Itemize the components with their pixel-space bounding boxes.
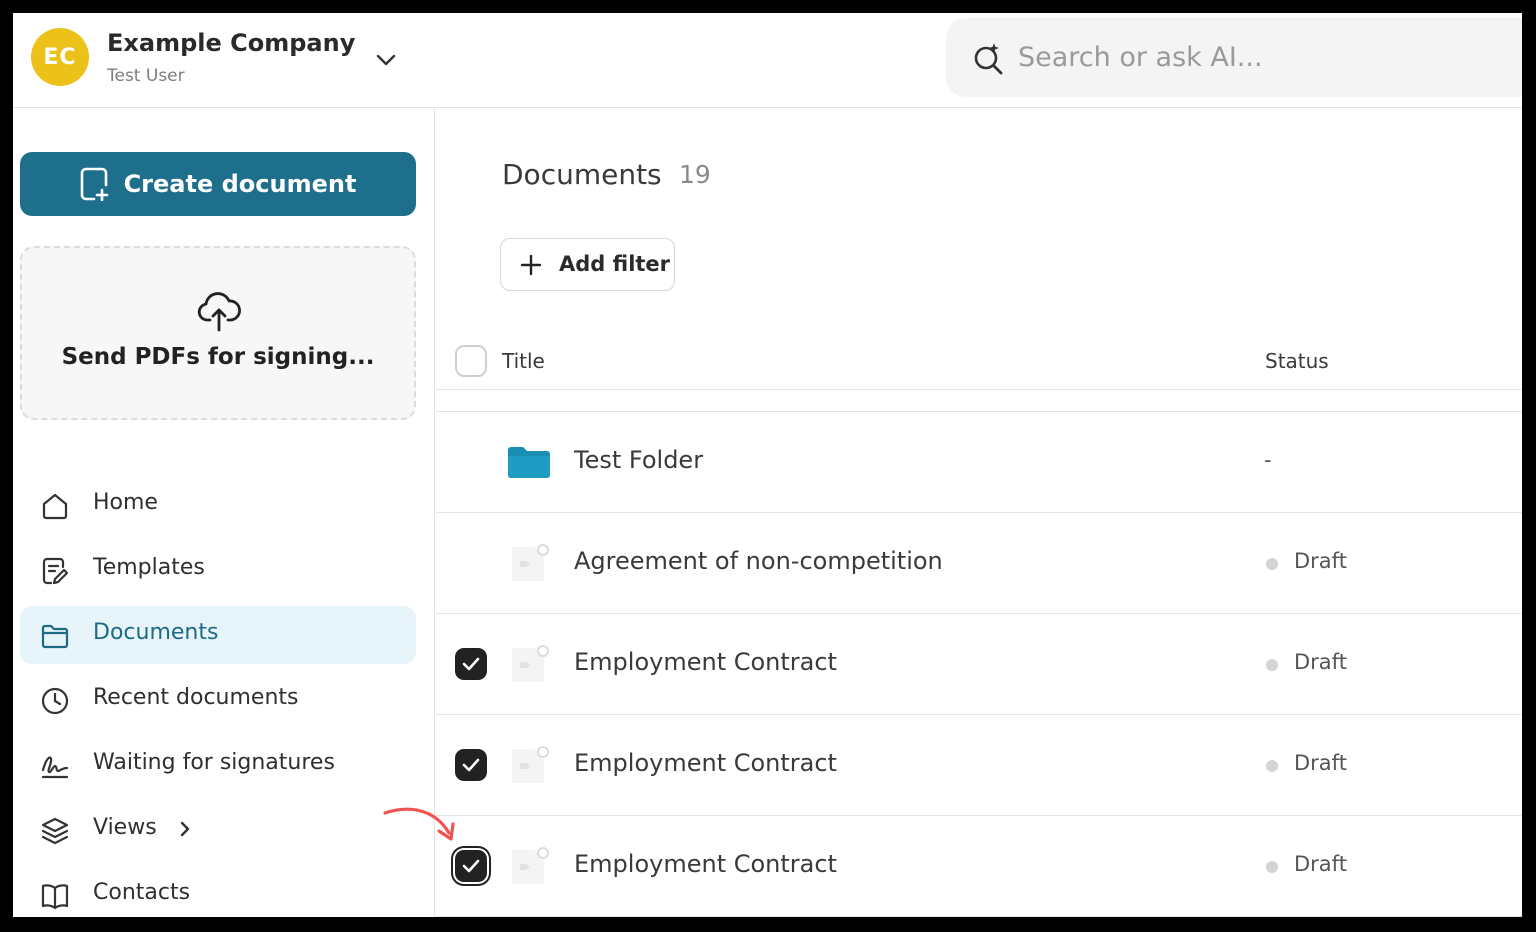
row-status: Draft bbox=[1294, 650, 1347, 674]
home-icon bbox=[42, 493, 68, 520]
row-status: Draft bbox=[1294, 852, 1347, 876]
checkmark-icon bbox=[462, 758, 480, 772]
table-row[interactable]: Agreement of non-competition Draft bbox=[436, 513, 1522, 614]
upload-pdf-dropzone[interactable]: Send PDFs for signing... bbox=[20, 246, 416, 420]
select-all-checkbox[interactable] bbox=[455, 345, 487, 377]
top-bar: EC Example Company Test User bbox=[13, 13, 1522, 108]
sidebar-item-label: Views bbox=[93, 815, 157, 840]
document-icon bbox=[512, 544, 549, 581]
sidebar-item-contacts[interactable]: Contacts bbox=[20, 866, 416, 917]
ai-search-icon bbox=[974, 43, 1003, 75]
sidebar-item-label: Templates bbox=[93, 555, 205, 580]
clock-icon bbox=[41, 687, 69, 715]
row-title[interactable]: Employment Contract bbox=[574, 648, 837, 676]
search-input[interactable] bbox=[1018, 34, 1498, 80]
row-checkbox[interactable] bbox=[455, 749, 487, 781]
sidebar-item-recent-documents[interactable]: Recent documents bbox=[20, 671, 416, 729]
column-header-title[interactable]: Title bbox=[502, 349, 545, 373]
document-icon bbox=[512, 645, 549, 682]
search-bar[interactable] bbox=[946, 18, 1522, 97]
row-title[interactable]: Employment Contract bbox=[574, 850, 837, 878]
table-row[interactable]: Test Folder - bbox=[436, 412, 1522, 513]
checkmark-icon bbox=[462, 657, 480, 671]
status-dot bbox=[1266, 659, 1278, 671]
plus-icon bbox=[520, 254, 542, 276]
add-filter-label: Add filter bbox=[559, 252, 671, 276]
row-checkbox[interactable] bbox=[455, 850, 487, 882]
create-document-label: Create document bbox=[123, 170, 357, 198]
row-title[interactable]: Agreement of non-competition bbox=[574, 547, 943, 575]
signature-icon bbox=[41, 756, 69, 779]
folder-icon bbox=[508, 447, 550, 478]
company-name[interactable]: Example Company bbox=[107, 29, 355, 57]
table-row[interactable]: Employment Contract Draft bbox=[436, 614, 1522, 715]
table-row[interactable]: Employment Contract Draft bbox=[436, 715, 1522, 816]
document-icon bbox=[512, 746, 549, 783]
new-document-icon bbox=[80, 167, 108, 201]
sidebar: Create document Send PDFs for signing...… bbox=[13, 108, 435, 917]
sidebar-item-label: Recent documents bbox=[93, 685, 299, 710]
sidebar-item-label: Contacts bbox=[93, 880, 191, 905]
app-window: EC Example Company Test User Create docu… bbox=[13, 13, 1522, 917]
row-checkbox[interactable] bbox=[455, 648, 487, 680]
row-title[interactable]: Employment Contract bbox=[574, 749, 837, 777]
status-dot bbox=[1266, 558, 1278, 570]
chevron-right-icon[interactable] bbox=[173, 817, 197, 841]
document-count: 19 bbox=[679, 160, 711, 189]
table-row[interactable]: Employment Contract Draft bbox=[436, 816, 1522, 917]
book-icon bbox=[41, 884, 69, 910]
sidebar-item-templates[interactable]: Templates bbox=[20, 541, 416, 599]
status-dot bbox=[1266, 760, 1278, 772]
sidebar-item-home[interactable]: Home bbox=[20, 476, 416, 534]
document-icon bbox=[512, 847, 549, 884]
page-title: Documents bbox=[502, 158, 662, 191]
upload-label: Send PDFs for signing... bbox=[61, 344, 375, 370]
template-icon bbox=[42, 557, 69, 585]
add-filter-button[interactable]: Add filter bbox=[500, 238, 675, 291]
chevron-down-icon[interactable] bbox=[371, 45, 401, 75]
table-header: Title Status bbox=[436, 332, 1522, 390]
folder-icon bbox=[41, 624, 69, 649]
column-header-status[interactable]: Status bbox=[1265, 349, 1329, 373]
row-status: - bbox=[1264, 448, 1272, 472]
row-status: Draft bbox=[1294, 549, 1347, 573]
annotation-arrow-icon bbox=[383, 807, 455, 841]
create-document-button[interactable]: Create document bbox=[20, 152, 416, 216]
cloud-upload-icon bbox=[197, 292, 241, 332]
sidebar-item-label: Waiting for signatures bbox=[93, 750, 335, 775]
sidebar-item-views[interactable]: Views bbox=[20, 801, 416, 859]
sidebar-item-waiting-for-signatures[interactable]: Waiting for signatures bbox=[20, 736, 416, 794]
checkmark-icon bbox=[462, 859, 480, 873]
user-name: Test User bbox=[107, 66, 185, 86]
sidebar-item-label: Home bbox=[93, 490, 158, 515]
status-dot bbox=[1266, 861, 1278, 873]
sidebar-item-documents[interactable]: Documents bbox=[20, 606, 416, 664]
sidebar-item-label: Documents bbox=[93, 620, 219, 645]
layers-icon bbox=[41, 817, 69, 845]
company-avatar[interactable]: EC bbox=[31, 28, 89, 86]
row-title[interactable]: Test Folder bbox=[574, 446, 703, 474]
row-status: Draft bbox=[1294, 751, 1347, 775]
documents-panel: Documents 19 Add filter Title Status Tes… bbox=[436, 108, 1522, 917]
